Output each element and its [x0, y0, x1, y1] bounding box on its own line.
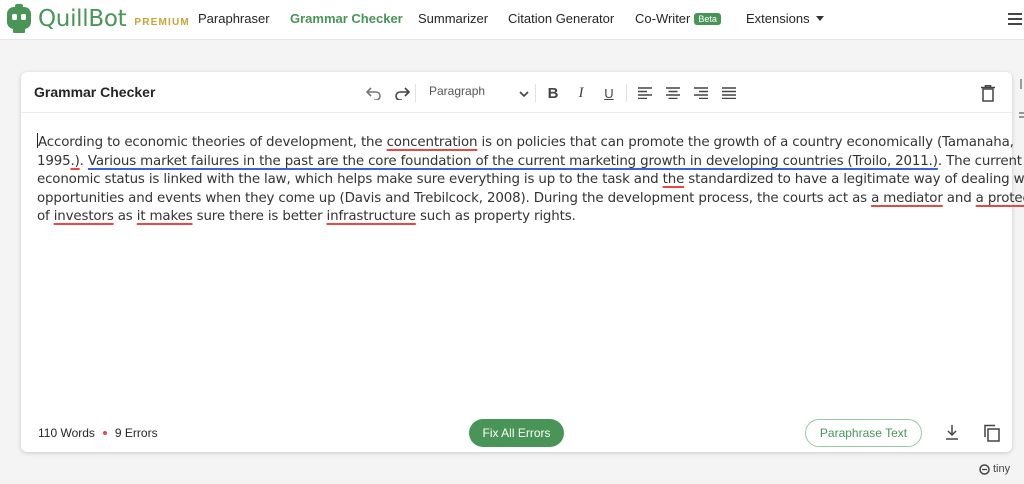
error-count: 9 Errors [114, 426, 158, 440]
quillbot-logo[interactable]: QuillBot PREMIUM [6, 4, 190, 34]
nav-citation-generator[interactable]: Citation Generator [508, 11, 614, 26]
nav-extensions-label: Extensions [746, 11, 810, 26]
grammar-error[interactable]: investors [54, 209, 114, 224]
toolbar-divider [21, 112, 1012, 113]
grammar-error[interactable]: a protector [976, 191, 1024, 206]
editor-text: . The current [937, 153, 1022, 169]
quillbot-logo-icon [6, 4, 32, 34]
editor-text: is on policies that can promote the grow… [477, 135, 1014, 150]
editor-text: sure there is better [192, 209, 327, 224]
paraphrase-text-button[interactable]: Paraphrase Text [805, 419, 922, 447]
nav-paraphraser[interactable]: Paraphraser [198, 11, 270, 26]
editor-text: opportunities and events when they come … [37, 190, 872, 206]
download-icon[interactable] [943, 424, 961, 442]
editor-text: such as property rights. [415, 209, 576, 224]
nav-grammar-checker[interactable]: Grammar Checker [290, 11, 403, 26]
align-left-icon[interactable] [634, 82, 656, 104]
premium-badge: PREMIUM [134, 16, 190, 28]
editor-line[interactable]: of investors as it makes sure there is b… [37, 208, 999, 227]
text-editor[interactable]: According to economic theories of develo… [37, 133, 1024, 227]
nav-summarizer[interactable]: Summarizer [418, 11, 488, 26]
top-navigation: QuillBot PREMIUM Paraphraser Grammar Che… [0, 0, 1024, 40]
nav-extensions[interactable]: Extensions [746, 11, 824, 26]
editor-text: and [942, 190, 976, 206]
editor-text: standardized to have a legitimate way of… [684, 172, 1024, 187]
editor-text: 1995 [37, 153, 71, 169]
trash-icon[interactable] [977, 82, 999, 104]
editor-line[interactable]: 1995.). Various market failures in the p… [37, 153, 1022, 172]
copy-icon[interactable] [983, 424, 1001, 442]
hamburger-icon[interactable] [1008, 13, 1022, 25]
beta-badge: Beta [694, 13, 721, 25]
tiny-logo-icon [979, 463, 990, 475]
editor-text: as [113, 209, 137, 224]
grammar-checker-card: Grammar Checker Paragraph B I U Accordin… [21, 72, 1024, 452]
toolbar-separator [415, 84, 416, 102]
document-stats: 110 Words 9 Errors [38, 426, 158, 440]
grammar-error[interactable]: a mediator [871, 191, 943, 206]
editor-text: economic status is linked with the law, … [37, 172, 663, 187]
editor-text: . [79, 153, 88, 169]
chevron-down-icon [815, 16, 824, 21]
fix-all-errors-button[interactable]: Fix All Errors [469, 419, 564, 447]
editor-line[interactable]: economic status is linked with the law, … [37, 171, 1024, 190]
align-center-icon[interactable] [662, 82, 684, 104]
editor-line[interactable]: According to economic theories of develo… [37, 133, 1014, 153]
bold-button[interactable]: B [542, 82, 564, 104]
nav-co-writer-label: Co-Writer [635, 11, 691, 26]
brand-name: QuillBot [38, 6, 127, 32]
editor-line[interactable]: opportunities and events when they come … [37, 190, 1024, 209]
grammar-error[interactable]: infrastructure [327, 209, 416, 224]
redo-icon[interactable] [391, 82, 413, 104]
nav-co-writer[interactable]: Co-Writer Beta [635, 11, 721, 26]
editor-text: of [37, 209, 54, 224]
block-format-select[interactable]: Paragraph [429, 84, 529, 98]
grammar-error[interactable]: it makes [137, 209, 193, 224]
align-justify-icon[interactable] [718, 82, 740, 104]
grammar-error[interactable]: the [663, 172, 685, 187]
clarity-suggestion[interactable]: Various market failures in the past are … [88, 154, 938, 169]
card-title: Grammar Checker [34, 84, 156, 100]
grammar-error[interactable]: .) [70, 154, 79, 169]
error-dot-icon [102, 431, 107, 435]
chevron-down-icon [519, 87, 529, 101]
italic-button[interactable]: I [570, 82, 592, 104]
undo-icon[interactable] [363, 82, 385, 104]
powered-by-tiny[interactable]: tiny [979, 463, 1010, 475]
grammar-error[interactable]: concentration [387, 135, 478, 150]
block-format-value: Paragraph [429, 84, 486, 98]
side-panel-icon[interactable] [1019, 79, 1024, 123]
align-right-icon[interactable] [690, 82, 712, 104]
editor-text: According to economic theories of develo… [38, 135, 387, 150]
tiny-label: tiny [993, 463, 1011, 475]
toolbar-separator [626, 84, 627, 102]
word-count: 110 Words [38, 426, 95, 440]
underline-button[interactable]: U [598, 82, 620, 104]
toolbar-separator [535, 84, 536, 102]
